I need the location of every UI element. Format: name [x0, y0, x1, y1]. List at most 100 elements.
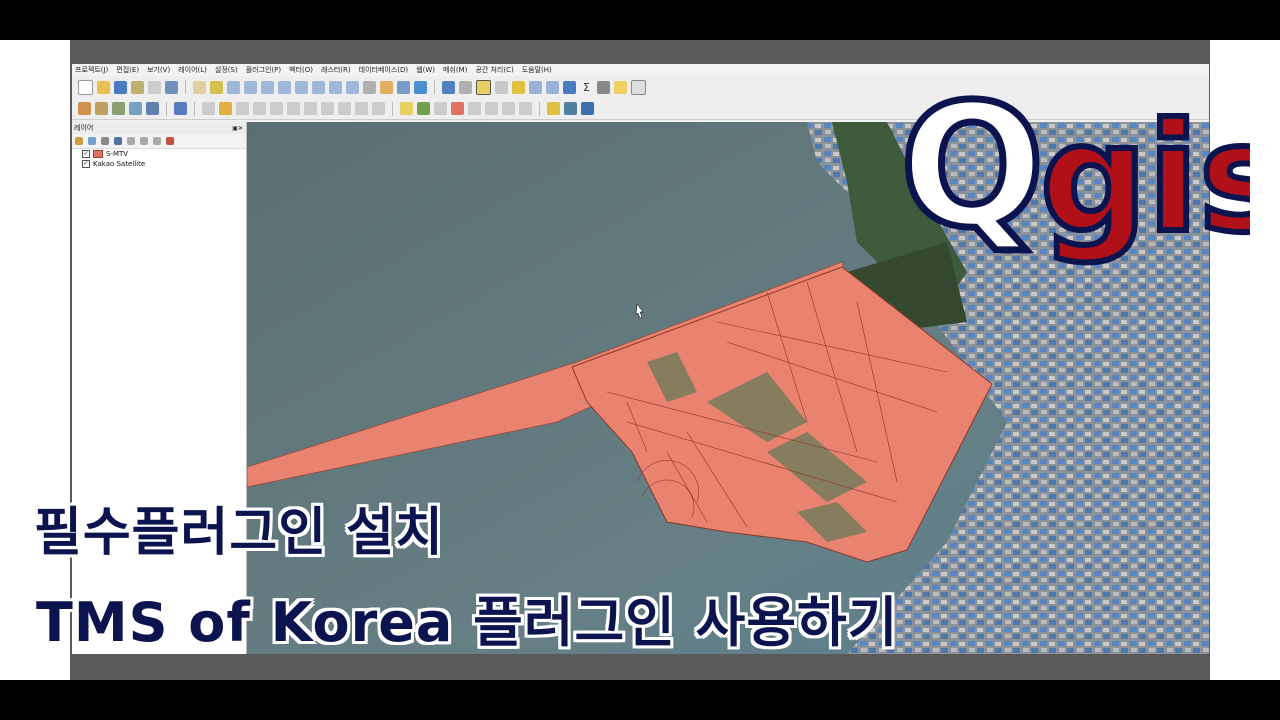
add-vector-icon[interactable]	[112, 102, 125, 115]
menu-item[interactable]: 플러그인(P)	[246, 65, 281, 75]
select-features-icon[interactable]	[476, 79, 491, 95]
new-geopackage-icon[interactable]	[95, 102, 108, 115]
style-manager-icon[interactable]	[165, 80, 178, 94]
add-group-icon[interactable]	[88, 137, 96, 145]
delete-selected-icon[interactable]	[287, 102, 300, 115]
filter-legend-icon[interactable]	[127, 137, 135, 145]
paste-features-icon[interactable]	[338, 102, 351, 115]
menu-item[interactable]: 보기(V)	[147, 65, 170, 75]
layers-panel-title-text: 레이어	[74, 124, 94, 132]
add-feature-icon[interactable]	[253, 102, 266, 115]
menu-item[interactable]: 프로젝트(J)	[75, 65, 108, 75]
field-calculator-icon[interactable]	[546, 80, 559, 94]
layer-item-s-mtv[interactable]: ✓ S-MTV	[72, 149, 246, 159]
pan-to-selection-icon[interactable]	[210, 80, 223, 94]
qgis-logo: Q gis	[900, 65, 1250, 270]
menu-item[interactable]: 설정(S)	[215, 65, 238, 75]
save-as-icon[interactable]	[131, 80, 144, 94]
measure-icon[interactable]	[597, 80, 610, 94]
logo-letters-gis-icon: gis	[1040, 92, 1250, 266]
cut-features-icon[interactable]	[304, 102, 317, 115]
menu-item[interactable]: 벡터(O)	[289, 65, 313, 75]
attribute-table-icon[interactable]	[529, 80, 542, 94]
layers-panel-title: 레이어 ▣✕	[72, 122, 246, 134]
zoom-layer-icon[interactable]	[295, 80, 308, 94]
menu-item[interactable]: 래스터(R)	[321, 65, 351, 75]
label-pin-icon[interactable]	[417, 102, 430, 115]
label-show-icon[interactable]	[434, 102, 447, 115]
vertex-tool-icon[interactable]	[270, 102, 283, 115]
print-layout-icon[interactable]	[148, 80, 161, 94]
save-edits-icon[interactable]	[236, 102, 249, 115]
style-layer-icon[interactable]	[75, 137, 83, 145]
layers-panel: 레이어 ▣✕ ✓ S-MTV ✓ Kakao Satellite	[72, 122, 247, 654]
actions-icon[interactable]	[459, 80, 472, 94]
copy-features-icon[interactable]	[321, 102, 334, 115]
show-bookmarks-icon[interactable]	[397, 80, 410, 94]
filter-icon[interactable]	[114, 137, 122, 145]
new-project-icon[interactable]	[78, 79, 93, 95]
save-project-icon[interactable]	[114, 80, 127, 94]
menu-item[interactable]: 데이터베이스(D)	[359, 65, 409, 75]
label-rotate-icon[interactable]	[468, 102, 481, 115]
logo-letter-q-icon: Q	[900, 68, 1045, 266]
add-mesh-icon[interactable]	[146, 102, 159, 115]
undo-icon[interactable]	[355, 102, 368, 115]
map-themes-icon[interactable]	[101, 137, 109, 145]
expand-all-icon[interactable]	[140, 137, 148, 145]
menu-item[interactable]: 메쉬(M)	[443, 65, 467, 75]
zoom-selection-icon[interactable]	[278, 80, 291, 94]
statistics-icon[interactable]: Σ	[580, 80, 593, 94]
python-console-icon[interactable]	[581, 102, 594, 115]
add-raster-icon[interactable]	[129, 102, 142, 115]
deselect-icon[interactable]	[512, 80, 525, 94]
layer-checkbox[interactable]: ✓	[82, 160, 90, 168]
redo-icon[interactable]	[372, 102, 385, 115]
zoom-out-icon[interactable]	[244, 80, 257, 94]
new-map-view-icon[interactable]	[363, 80, 376, 94]
label-icon[interactable]	[400, 102, 413, 115]
label-change-icon[interactable]	[485, 102, 498, 115]
open-project-icon[interactable]	[97, 80, 110, 94]
menu-item[interactable]: 도움말(H)	[522, 65, 552, 75]
zoom-in-icon[interactable]	[227, 80, 240, 94]
menu-item[interactable]: 웹(W)	[416, 65, 435, 75]
caption-line-2: TMS of Korea 플러그인 사용하기	[36, 591, 899, 654]
label-move-icon[interactable]	[451, 102, 464, 115]
tms-korea-plugin-icon[interactable]	[564, 102, 577, 115]
layer-name: S-MTV	[106, 150, 129, 158]
identify-icon[interactable]	[442, 80, 455, 94]
zoom-native-icon[interactable]	[312, 80, 325, 94]
layer-name: Kakao Satellite	[93, 160, 146, 168]
zoom-full-icon[interactable]	[261, 80, 274, 94]
layer-symbol-swatch	[93, 150, 103, 158]
georeferencer-icon[interactable]	[547, 102, 560, 115]
callout-icon[interactable]	[519, 102, 532, 115]
letterbox-top	[0, 0, 1280, 40]
refresh-icon[interactable]	[414, 80, 427, 94]
data-source-manager-icon[interactable]	[78, 102, 91, 115]
bookmark-icon[interactable]	[380, 80, 393, 94]
pan-icon[interactable]	[193, 80, 206, 94]
menu-item[interactable]: 레이어(L)	[178, 65, 207, 75]
map-tips-icon[interactable]	[614, 80, 627, 94]
panel-close-icon[interactable]: ▣✕	[232, 125, 246, 132]
remove-layer-icon[interactable]	[166, 137, 174, 145]
menu-item[interactable]: 편집(E)	[116, 65, 139, 75]
select-value-icon[interactable]	[495, 80, 508, 94]
letterbox-bottom	[0, 680, 1280, 720]
collapse-all-icon[interactable]	[153, 137, 161, 145]
add-wms-icon[interactable]	[174, 102, 187, 115]
toggle-editing-icon[interactable]	[219, 102, 232, 115]
zoom-last-icon[interactable]	[329, 80, 342, 94]
layer-checkbox[interactable]: ✓	[82, 150, 90, 158]
current-edits-icon[interactable]	[202, 102, 215, 115]
text-annotation-icon[interactable]	[631, 79, 646, 95]
layer-item-kakao-satellite[interactable]: ✓ Kakao Satellite	[72, 159, 246, 169]
layers-panel-toolbar	[72, 134, 246, 149]
diagram-icon[interactable]	[502, 102, 515, 115]
zoom-next-icon[interactable]	[346, 80, 359, 94]
processing-toolbox-icon[interactable]	[563, 80, 576, 94]
caption-line-1: 필수플러그인 설치	[34, 503, 444, 563]
menu-item[interactable]: 공간 처리(C)	[475, 65, 513, 75]
